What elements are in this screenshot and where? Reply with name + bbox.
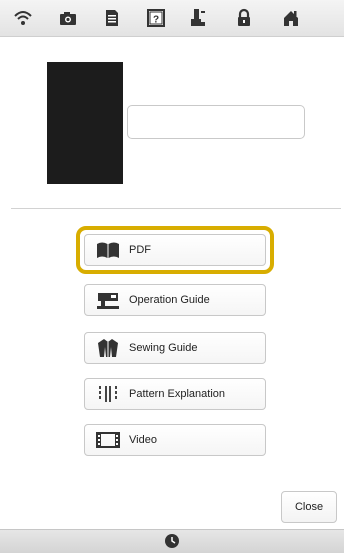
lock-icon[interactable] [234,8,254,28]
film-icon [95,430,121,450]
wifi-icon[interactable] [13,8,33,28]
pattern-explanation-button[interactable]: Pattern Explanation [84,378,266,410]
sewing-guide-button[interactable]: Sewing Guide [84,332,266,364]
home-icon[interactable] [281,8,301,28]
presser-foot-icon[interactable] [188,8,208,28]
pattern-name-field [127,105,305,139]
clock-icon[interactable] [164,533,180,549]
sewing-machine-icon [95,290,121,310]
document-icon[interactable] [102,8,122,28]
video-button[interactable]: Video [84,424,266,456]
pattern-explanation-label: Pattern Explanation [129,388,226,400]
top-toolbar: ? [0,0,344,37]
video-label: Video [129,434,157,446]
garment-icon [95,338,121,358]
svg-text:?: ? [153,15,159,26]
help-icon[interactable]: ? [146,8,166,28]
selection-highlight [76,226,274,274]
sewing-guide-label: Sewing Guide [129,342,198,354]
pattern-preview-image [47,62,123,184]
stitch-pattern-icon [95,384,121,404]
operation-guide-label: Operation Guide [129,294,210,306]
divider [11,208,341,209]
operation-guide-button[interactable]: Operation Guide [84,284,266,316]
camera-icon[interactable] [58,8,78,28]
close-button[interactable]: Close [281,491,337,523]
